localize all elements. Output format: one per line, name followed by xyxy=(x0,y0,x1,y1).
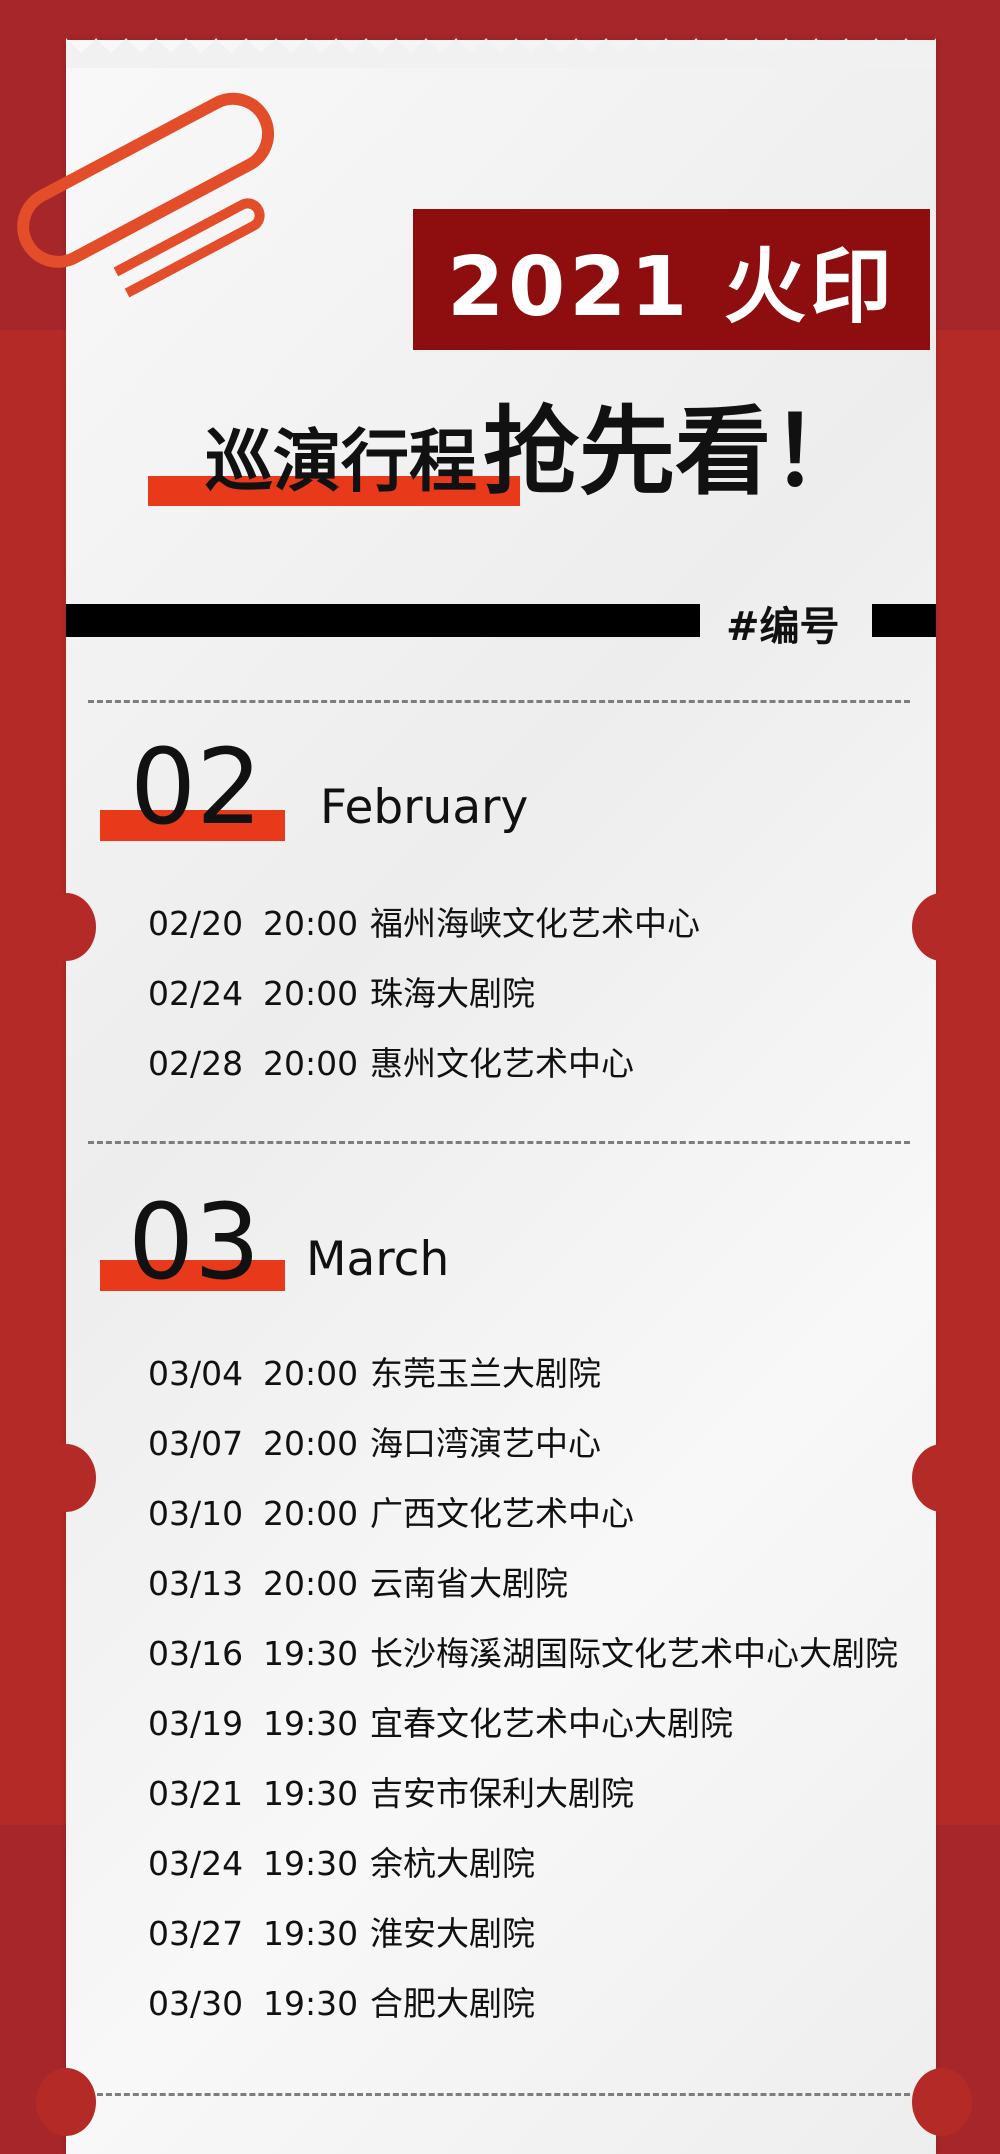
show-venue: 宜春文化艺术中心大剧院 xyxy=(370,1704,733,1743)
show-date: 03/21 xyxy=(148,1774,244,1813)
show-venue: 淮安大剧院 xyxy=(370,1914,535,1953)
show-date: 03/16 xyxy=(148,1634,244,1673)
show-venue: 合肥大剧院 xyxy=(370,1984,535,2023)
list-item: 02/24 20:00 珠海大剧院 xyxy=(148,972,535,1016)
month-number: 03 xyxy=(128,1181,261,1303)
show-time: 20:00 xyxy=(263,1354,359,1393)
divider-bar-left xyxy=(66,604,700,637)
show-date: 03/10 xyxy=(148,1494,244,1533)
title-part-1: 巡演行程 xyxy=(205,423,478,502)
ticket-notch-left xyxy=(36,1444,96,1512)
show-venue: 吉安市保利大剧院 xyxy=(370,1774,634,1813)
list-item: 03/19 19:30 宜春文化艺术中心大剧院 xyxy=(148,1702,733,1746)
dashed-divider xyxy=(88,1141,910,1144)
show-venue: 余杭大剧院 xyxy=(370,1844,535,1883)
list-item: 03/27 19:30 淮安大剧院 xyxy=(148,1912,535,1956)
show-date: 03/27 xyxy=(148,1914,244,1953)
ticket-zigzag-edge xyxy=(66,36,936,68)
list-item: 03/16 19:30 长沙梅溪湖国际文化艺术中心大剧院 xyxy=(148,1632,898,1676)
show-time: 20:00 xyxy=(263,1564,359,1603)
show-time: 19:30 xyxy=(263,1984,359,2023)
month-name: March xyxy=(306,1232,450,1287)
show-venue: 云南省大剧院 xyxy=(370,1564,568,1603)
show-venue: 广西文化艺术中心 xyxy=(370,1494,634,1533)
title-part-2: 抢先看！ xyxy=(483,396,868,508)
show-time: 19:30 xyxy=(263,1844,359,1883)
show-date: 03/19 xyxy=(148,1704,244,1743)
list-item: 02/20 20:00 福州海峡文化艺术中心 xyxy=(148,902,700,946)
list-item: 03/30 19:30 合肥大剧院 xyxy=(148,1982,535,2026)
show-date: 03/04 xyxy=(148,1354,244,1393)
list-item: 02/28 20:00 惠州文化艺术中心 xyxy=(148,1042,634,1086)
show-time: 20:00 xyxy=(263,904,359,943)
list-item: 03/24 19:30 余杭大剧院 xyxy=(148,1842,535,1886)
month-name: February xyxy=(320,780,529,835)
show-date: 02/20 xyxy=(148,904,244,943)
show-venue: 海口湾演艺中心 xyxy=(370,1424,601,1463)
show-date: 03/07 xyxy=(148,1424,244,1463)
show-date: 02/28 xyxy=(148,1044,244,1083)
show-venue: 东莞玉兰大剧院 xyxy=(370,1354,601,1393)
ticket-notch-left xyxy=(36,893,96,961)
show-date: 03/24 xyxy=(148,1844,244,1883)
divider-bar-right xyxy=(872,604,936,637)
page-title: 巡演行程抢先看！ xyxy=(205,402,867,513)
show-time: 19:30 xyxy=(263,1704,359,1743)
ticket-notch-right xyxy=(912,2068,972,2136)
ticket-notch-right xyxy=(912,1444,972,1512)
show-date: 03/30 xyxy=(148,1984,244,2023)
list-item: 03/13 20:00 云南省大剧院 xyxy=(148,1562,568,1606)
show-time: 19:30 xyxy=(263,1774,359,1813)
show-time: 19:30 xyxy=(263,1914,359,1953)
show-time: 20:00 xyxy=(263,974,359,1013)
year-badge-text: 2021 火印 xyxy=(447,240,896,335)
show-venue: 珠海大剧院 xyxy=(370,974,535,1013)
show-venue: 惠州文化艺术中心 xyxy=(370,1044,634,1083)
ticket-notch-right xyxy=(912,893,972,961)
show-time: 20:00 xyxy=(263,1424,359,1463)
ticket-paper xyxy=(66,40,936,2154)
year-badge: 2021 火印 xyxy=(413,209,930,350)
show-venue: 福州海峡文化艺术中心 xyxy=(370,904,700,943)
show-time: 19:30 xyxy=(263,1634,359,1673)
list-item: 03/21 19:30 吉安市保利大剧院 xyxy=(148,1772,634,1816)
show-time: 20:00 xyxy=(263,1044,359,1083)
tag-label: #编号 xyxy=(726,604,840,650)
list-item: 03/07 20:00 海口湾演艺中心 xyxy=(148,1422,601,1466)
month-number: 02 xyxy=(130,726,263,848)
ticket-notch-left xyxy=(36,2068,96,2136)
show-date: 03/13 xyxy=(148,1564,244,1603)
show-venue: 长沙梅溪湖国际文化艺术中心大剧院 xyxy=(370,1634,898,1673)
show-time: 20:00 xyxy=(263,1494,359,1533)
dashed-divider xyxy=(88,2093,910,2096)
dashed-divider xyxy=(88,700,910,703)
list-item: 03/04 20:00 东莞玉兰大剧院 xyxy=(148,1352,601,1396)
list-item: 03/10 20:00 广西文化艺术中心 xyxy=(148,1492,634,1536)
show-date: 02/24 xyxy=(148,974,244,1013)
